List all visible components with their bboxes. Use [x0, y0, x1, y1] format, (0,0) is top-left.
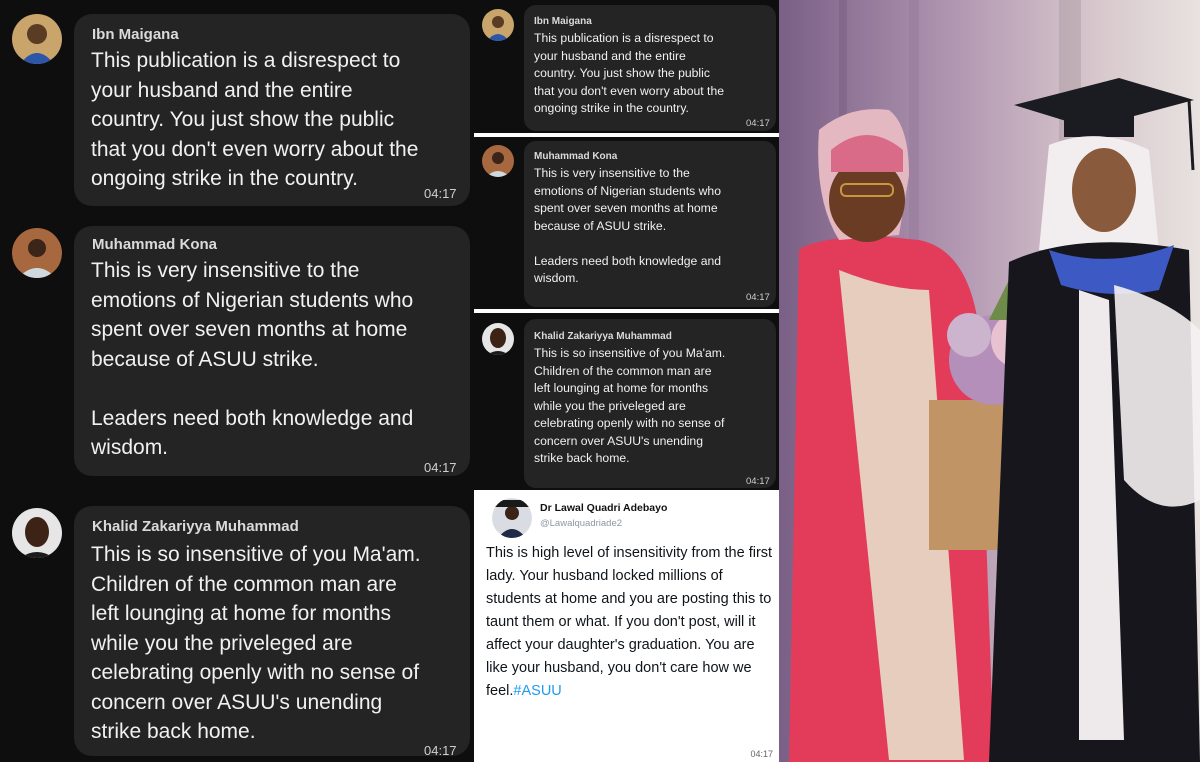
comment-text: This is so insensitive of you Ma'am. Chi…	[91, 543, 421, 743]
comment-time: 04:17	[746, 292, 770, 303]
tweet-body: This is high level of insensitivity from…	[486, 545, 773, 699]
comment-author: Muhammad Kona	[534, 151, 618, 162]
tweet-hashtag-link[interactable]: #ASUU	[513, 683, 561, 699]
user-avatar	[12, 14, 62, 64]
comment-time: 04:17	[424, 743, 457, 758]
user-avatar	[482, 145, 514, 177]
user-avatar	[12, 508, 62, 558]
tweet-card: Dr Lawal Quadri Adebayo @Lawalquadriade2…	[474, 490, 779, 762]
user-avatar	[482, 323, 514, 355]
tweet-text: This is high level of insensitivity from…	[486, 542, 774, 703]
graduation-photo-image	[779, 0, 1200, 762]
comments-pane-small: Ibn Maigana This publication is a disres…	[474, 0, 779, 133]
user-avatar	[12, 228, 62, 278]
tweet-author-handle: @Lawalquadriade2	[540, 518, 623, 529]
tweet-avatar	[492, 498, 532, 538]
user-avatar	[482, 9, 514, 41]
comments-pane-small: Khalid Zakariyya Muhammad This is so ins…	[474, 313, 779, 490]
comment-text: This is very insensitive to the emotions…	[534, 166, 722, 285]
comment-author: Muhammad Kona	[92, 236, 218, 253]
comment-text: This is so insensitive of you Ma'am. Chi…	[534, 346, 726, 465]
tweet-author-name: Dr Lawal Quadri Adebayo	[540, 502, 668, 514]
comments-pane-small: Muhammad Kona This is very insensitive t…	[474, 137, 779, 309]
tweet-time: 04:17	[750, 749, 773, 759]
comment-time: 04:17	[746, 118, 770, 129]
comment-text: This publication is a disrespect to your…	[91, 49, 419, 190]
comment-text: This is very insensitive to the emotions…	[91, 259, 414, 459]
comment-time: 04:17	[746, 476, 770, 487]
comment-author: Khalid Zakariyya Muhammad	[92, 518, 299, 535]
comment-time: 04:17	[424, 460, 457, 475]
comment-time: 04:17	[424, 186, 457, 201]
comment-author: Ibn Maigana	[534, 16, 592, 27]
comment-author: Khalid Zakariyya Muhammad	[534, 331, 672, 342]
comments-pane-large: Ibn Maigana This publication is a disres…	[0, 0, 474, 762]
comment-text: This publication is a disrespect to your…	[534, 31, 725, 115]
comment-author: Ibn Maigana	[92, 26, 179, 43]
